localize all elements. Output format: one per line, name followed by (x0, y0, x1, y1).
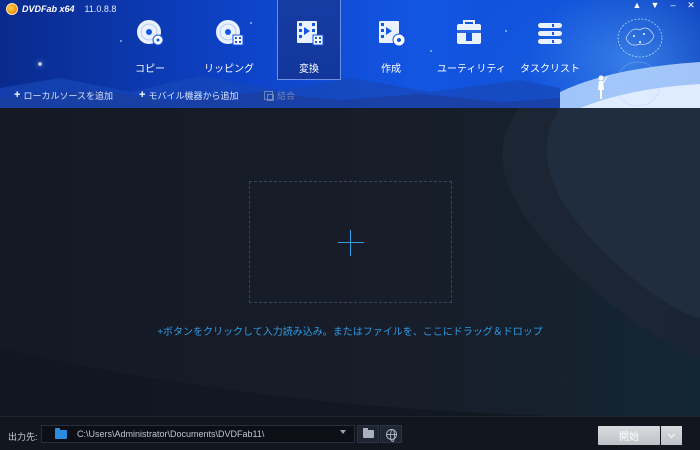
main-nav: コピー リッピング 変換 作成 ユーティリティ タスクリスト (0, 0, 700, 80)
merge-button[interactable]: 結合 (264, 89, 295, 102)
output-path-field[interactable]: C:\Users\Administrator\Documents\DVDFab1… (41, 425, 355, 443)
output-path-text: C:\Users\Administrator\Documents\DVDFab1… (77, 429, 265, 439)
tab-label: 変換 (299, 64, 319, 75)
content-area: +ボタンをクリックして入力読み込み。またはファイルを、ここにドラッグ＆ドロップ (0, 108, 700, 416)
video-convert-icon (297, 21, 324, 46)
utility-toolbox-icon (457, 20, 481, 44)
tab-label: タスクリスト (520, 64, 580, 75)
app-header: DVDFab x64 11.0.8.8 ▲ ▼ – ✕ コピー リッピング 変換… (0, 0, 700, 108)
merge-label: 結合 (277, 91, 296, 101)
tab-label: コピー (135, 64, 165, 75)
drop-zone[interactable] (249, 181, 452, 303)
add-mobile-device-label: モバイル機器から追加 (148, 91, 239, 101)
plus-icon: + (14, 89, 21, 101)
tab-label: 作成 (381, 64, 401, 75)
drop-hint-text: +ボタンをクリックして入力読み込み。またはファイルを、ここにドラッグ＆ドロップ (157, 327, 543, 338)
bottom-bar: 出力先: C:\Users\Administrator\Documents\DV… (0, 416, 700, 450)
open-folder-icon (362, 428, 374, 438)
browse-folder-button[interactable] (357, 425, 379, 443)
start-button[interactable]: 開始 (598, 426, 660, 445)
tab-task-list[interactable]: タスクリスト (518, 0, 582, 80)
tab-ripping[interactable]: リッピング (197, 0, 261, 80)
add-local-source-button[interactable]: + ローカルソースを追加 (14, 89, 113, 102)
tab-utility[interactable]: ユーティリティ (437, 0, 506, 80)
tab-convert[interactable]: 変換 (277, 0, 341, 80)
add-source-plus-icon (338, 242, 364, 243)
plus-icon: + (139, 89, 146, 101)
folder-icon (55, 427, 67, 439)
tab-label: ユーティリティ (437, 64, 506, 75)
add-mobile-device-button[interactable]: + モバイル機器から追加 (139, 89, 238, 102)
start-options-dropdown[interactable] (661, 426, 682, 445)
output-label: 出力先: (8, 432, 38, 442)
disc-copy-icon (137, 20, 164, 46)
video-create-icon (379, 21, 406, 47)
globe-icon (385, 428, 397, 442)
web-button[interactable] (380, 425, 402, 443)
tab-label: リッピング (204, 64, 254, 75)
tab-create[interactable]: 作成 (359, 0, 423, 80)
chevron-down-icon (667, 430, 676, 438)
task-list-icon (538, 23, 562, 44)
add-local-source-label: ローカルソースを追加 (23, 91, 113, 101)
merge-icon (264, 91, 274, 101)
output-path-dropdown-icon[interactable] (340, 430, 346, 434)
add-source-plus-icon (350, 230, 351, 256)
tab-copy[interactable]: コピー (118, 0, 182, 80)
disc-rip-icon (216, 20, 244, 46)
